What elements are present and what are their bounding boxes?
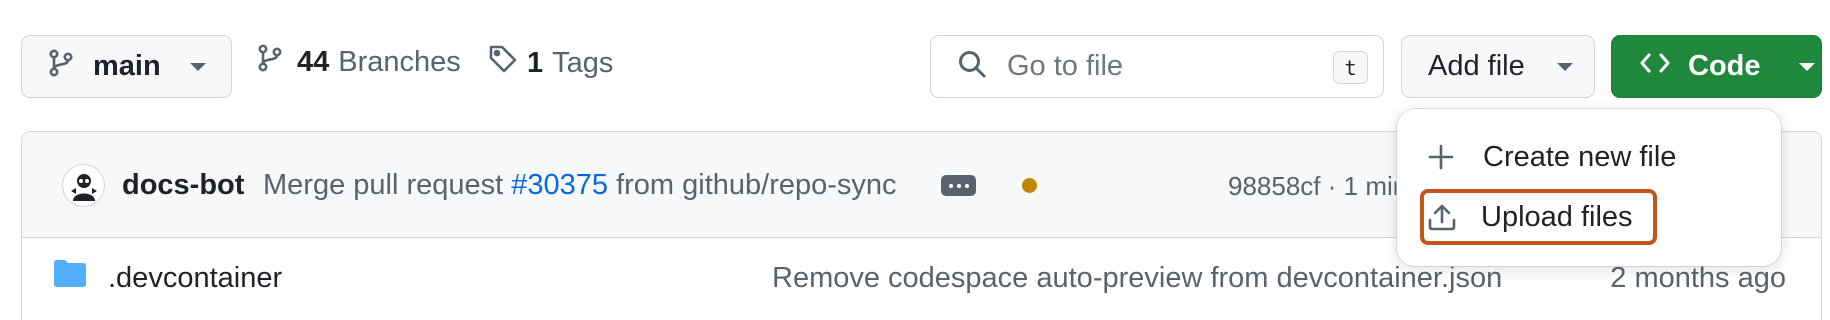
menu-item-label: Upload files — [1481, 200, 1633, 233]
commit-message: Merge pull request #30375 from github/re… — [263, 169, 897, 202]
file-name-link[interactable]: .devcontainer — [108, 262, 282, 295]
git-branch-icon — [258, 44, 282, 80]
commit-author-link[interactable]: docs-bot — [122, 169, 244, 202]
search-icon — [957, 49, 987, 84]
commit-hash-and-time[interactable]: 98858cf · 1 min — [1228, 171, 1407, 202]
file-commit-message-link[interactable]: Remove codespace auto-preview from devco… — [772, 262, 1502, 295]
tags-count: 1 — [527, 46, 544, 79]
tag-icon — [488, 44, 518, 82]
menu-item-upload-files[interactable]: Upload files — [1420, 189, 1657, 245]
add-file-dropdown-menu: Create new file Upload files — [1397, 109, 1781, 266]
add-file-button[interactable]: Add file — [1401, 35, 1595, 98]
go-to-file-search[interactable]: t — [930, 35, 1384, 98]
upload-icon — [1426, 203, 1458, 231]
branch-selector-button[interactable]: main — [21, 35, 232, 98]
code-label: Code — [1688, 50, 1761, 82]
avatar[interactable] — [62, 164, 105, 207]
chevron-down-icon — [1798, 62, 1815, 71]
folder-icon — [53, 258, 87, 293]
branches-label: Branches — [338, 45, 461, 78]
search-input[interactable] — [1007, 50, 1327, 83]
menu-item-label: Create new file — [1483, 140, 1677, 173]
chevron-down-icon — [189, 62, 206, 71]
ellipsis-icon — [948, 183, 953, 188]
keyboard-shortcut-badge: t — [1333, 51, 1368, 84]
branch-name: main — [93, 50, 161, 82]
tags-link[interactable]: 1 Tags — [488, 44, 613, 82]
pull-request-link[interactable]: #30375 — [511, 169, 608, 201]
menu-item-create-new-file[interactable]: Create new file — [1418, 133, 1676, 181]
git-branch-icon — [49, 48, 73, 85]
plus-icon — [1425, 144, 1457, 170]
branches-count: 44 — [297, 45, 330, 78]
file-commit-time: 2 months ago — [1610, 262, 1786, 294]
tags-label: Tags — [552, 46, 614, 79]
chevron-down-icon — [1556, 62, 1573, 71]
commit-status-dot[interactable] — [1022, 178, 1037, 193]
code-button[interactable]: Code — [1611, 35, 1822, 98]
branches-link[interactable]: 44 Branches — [258, 44, 461, 80]
expand-commit-message-button[interactable] — [941, 175, 976, 196]
commit-message-suffix: from github/repo-sync — [616, 169, 897, 201]
commit-message-prefix: Merge pull request — [263, 169, 504, 201]
code-brackets-icon — [1639, 50, 1671, 83]
add-file-label: Add file — [1428, 50, 1525, 82]
